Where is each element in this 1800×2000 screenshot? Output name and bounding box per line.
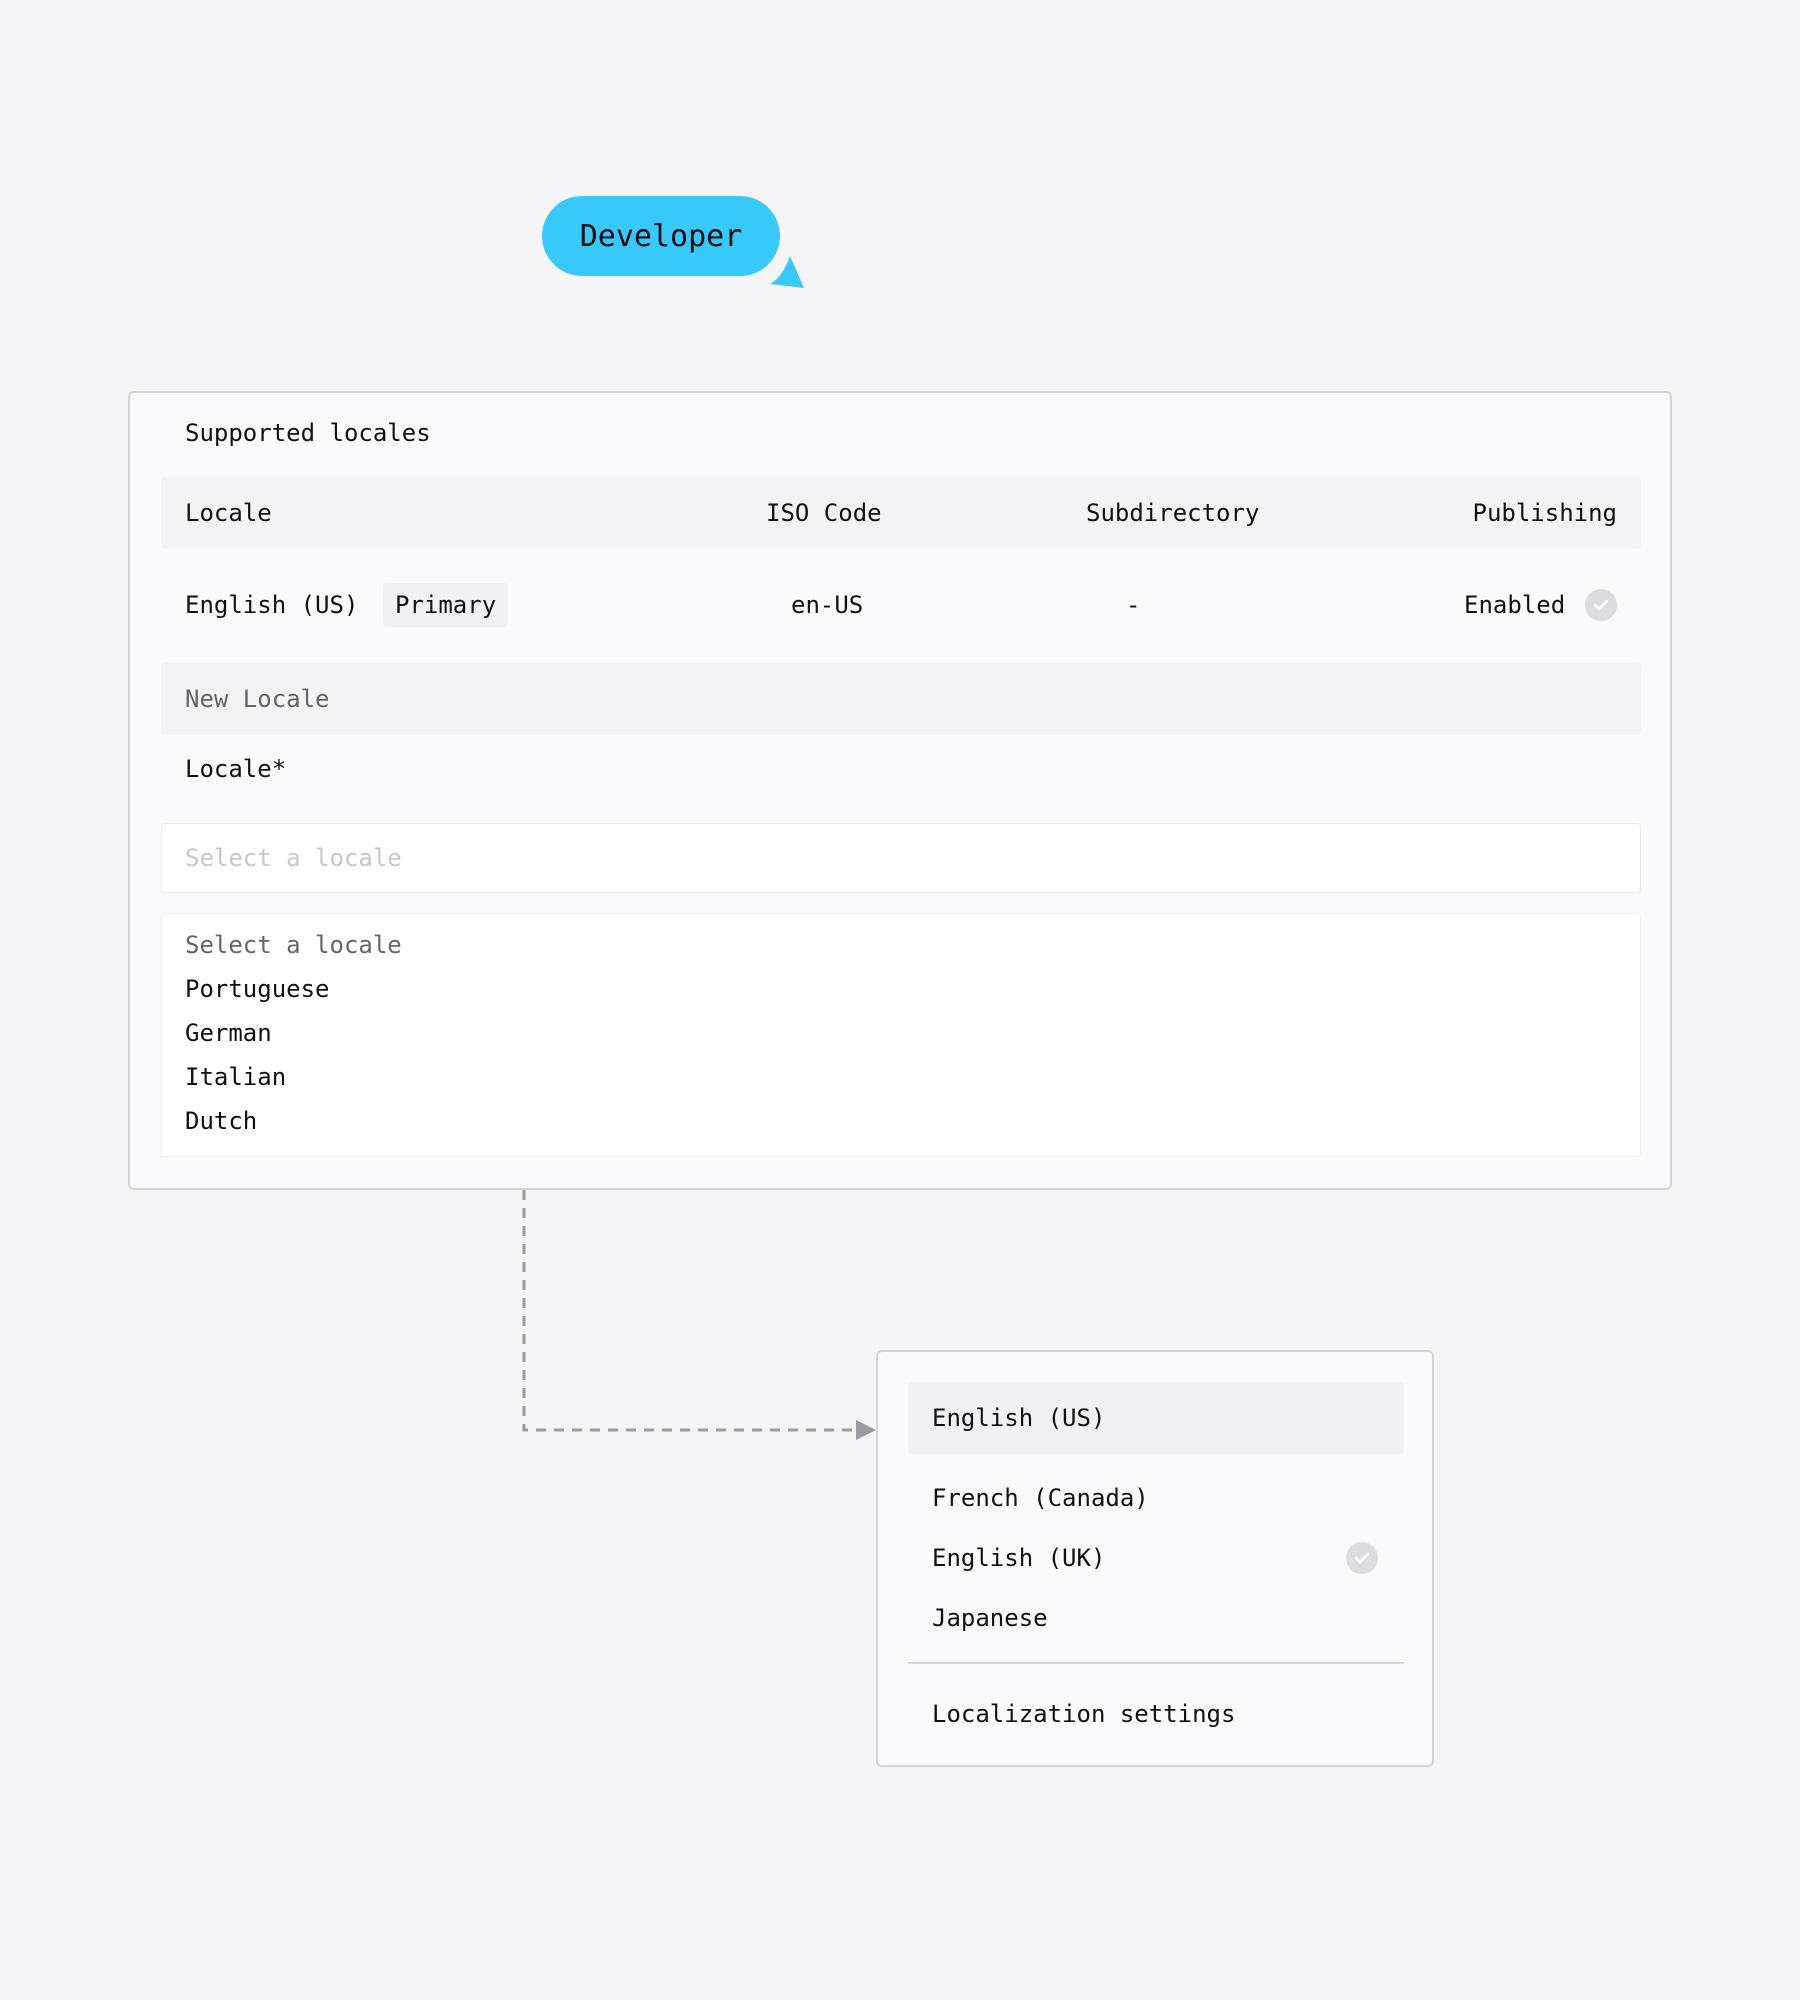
menu-item-label: English (US): [932, 1404, 1106, 1432]
locale-options-list: Select a locale Portuguese German Italia…: [161, 913, 1641, 1157]
menu-item-japanese[interactable]: Japanese: [908, 1582, 1404, 1654]
column-header-iso-code: ISO Code: [766, 499, 882, 527]
column-header-locale: Locale: [185, 499, 272, 527]
option-portuguese[interactable]: Portuguese: [185, 967, 330, 1011]
table-row[interactable]: English (US) Primary en-US - Enabled: [161, 569, 1641, 641]
locales-table-header: Locale ISO Code Subdirectory Publishing: [161, 477, 1641, 549]
new-locale-section: New Locale: [161, 663, 1641, 735]
menu-item-label: Japanese: [932, 1604, 1048, 1632]
locale-select[interactable]: Select a locale: [161, 823, 1641, 893]
option-dutch[interactable]: Dutch: [185, 1099, 257, 1143]
check-circle-icon: [1585, 589, 1617, 621]
iso-code-value: en-US: [791, 591, 864, 619]
locale-field-label: Locale*: [185, 755, 287, 783]
menu-item-label: Localization settings: [932, 1700, 1236, 1728]
menu-divider: [908, 1662, 1404, 1664]
supported-locales-panel: Supported locales Locale ISO Code Subdir…: [128, 391, 1672, 1190]
column-header-publishing: Publishing: [1472, 499, 1618, 527]
option-german[interactable]: German: [185, 1011, 272, 1055]
menu-item-english-us[interactable]: English (US): [908, 1382, 1404, 1454]
check-circle-icon: [1346, 1542, 1378, 1574]
locale-name: English (US): [185, 591, 359, 619]
panel-title: Supported locales: [185, 419, 431, 447]
locale-select-placeholder: Select a locale: [185, 844, 402, 872]
new-locale-label: New Locale: [185, 685, 330, 713]
localization-settings-link[interactable]: Localization settings: [908, 1678, 1404, 1750]
option-placeholder[interactable]: Select a locale: [185, 923, 402, 967]
cursor-pointer-icon: [770, 256, 804, 288]
arrow-head-icon: [856, 1420, 876, 1440]
column-header-subdirectory: Subdirectory: [1086, 499, 1260, 527]
primary-badge: Primary: [383, 583, 509, 627]
publishing-status: Enabled: [1464, 591, 1566, 619]
option-italian[interactable]: Italian: [185, 1055, 286, 1099]
locale-switcher-menu: English (US) French (Canada) English (UK…: [876, 1350, 1434, 1767]
developer-role-tag: Developer: [542, 196, 780, 276]
subdirectory-value: -: [1126, 591, 1141, 619]
developer-role-label: Developer: [579, 218, 743, 254]
